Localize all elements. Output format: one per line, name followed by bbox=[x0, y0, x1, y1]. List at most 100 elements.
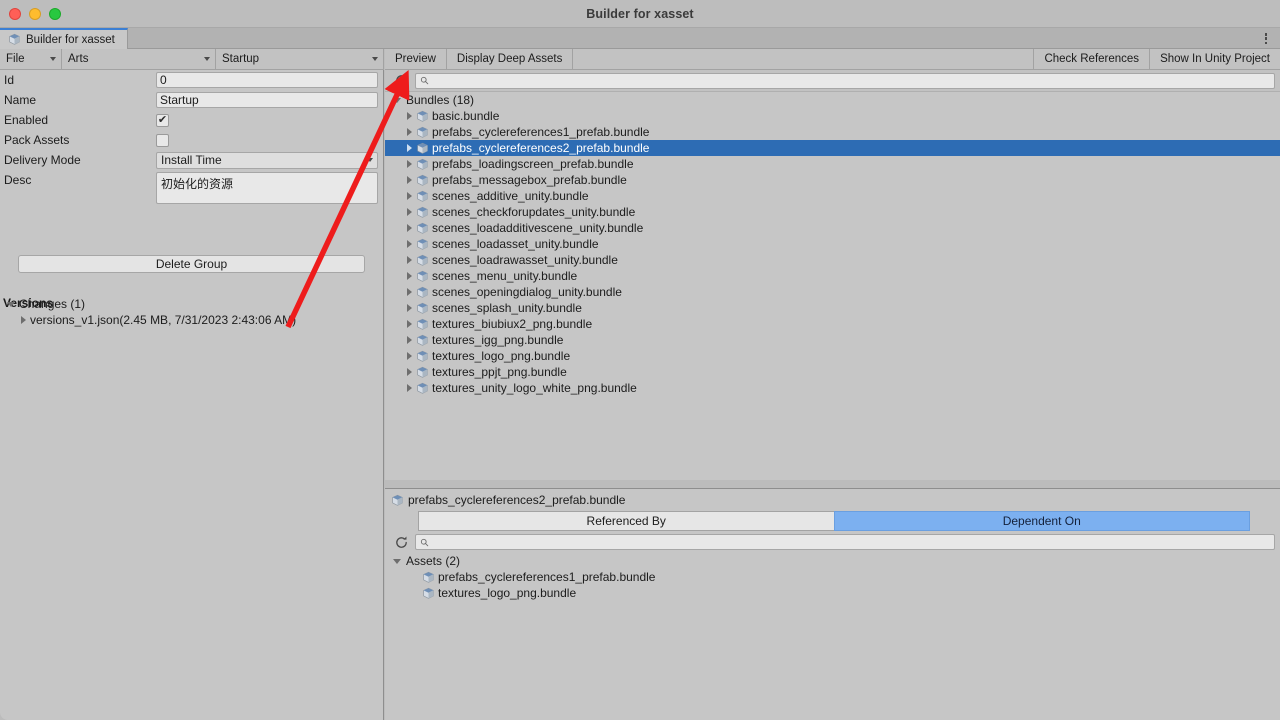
triangle-right-icon[interactable] bbox=[407, 160, 412, 168]
bundle-name-label: prefabs_cyclereferences2_prefab.bundle bbox=[432, 141, 650, 155]
builder-for-xasset-window: Builder for xasset Builder for xasset Fi… bbox=[0, 0, 1280, 720]
id-input[interactable]: 0 bbox=[156, 72, 378, 88]
check-references-button[interactable]: Check References bbox=[1034, 49, 1151, 69]
refresh-icon[interactable] bbox=[391, 533, 411, 551]
triangle-right-icon[interactable] bbox=[407, 240, 412, 248]
bundle-name-label: scenes_menu_unity.bundle bbox=[432, 269, 578, 283]
triangle-right-icon[interactable] bbox=[407, 352, 412, 360]
table-row[interactable]: prefabs_messagebox_prefab.bundle bbox=[385, 172, 1280, 188]
triangle-right-icon[interactable] bbox=[407, 192, 412, 200]
triangle-right-icon[interactable] bbox=[407, 224, 412, 232]
asset-name-label: prefabs_cyclereferences1_prefab.bundle bbox=[438, 570, 656, 584]
delete-group-button[interactable]: Delete Group bbox=[18, 255, 365, 273]
field-row-name: Name Startup bbox=[0, 90, 384, 110]
group-dropdown[interactable]: Arts bbox=[62, 49, 216, 69]
triangle-right-icon[interactable] bbox=[407, 176, 412, 184]
table-row[interactable]: textures_biubiux2_png.bundle bbox=[385, 316, 1280, 332]
bundle-cube-icon bbox=[417, 174, 428, 186]
table-row[interactable]: prefabs_cyclereferences2_prefab.bundle bbox=[385, 140, 1280, 156]
table-row[interactable]: scenes_loadrawasset_unity.bundle bbox=[385, 252, 1280, 268]
table-row[interactable]: textures_unity_logo_white_png.bundle bbox=[385, 380, 1280, 396]
triangle-down-icon[interactable] bbox=[393, 97, 401, 103]
bundle-cube-icon bbox=[423, 587, 434, 599]
segment-referenced-by[interactable]: Referenced By bbox=[418, 511, 834, 531]
bundle-name-label: prefabs_messagebox_prefab.bundle bbox=[432, 173, 627, 187]
field-row-id: Id 0 bbox=[0, 70, 384, 90]
more-options-icon[interactable] bbox=[1260, 32, 1272, 45]
table-row[interactable]: scenes_openingdialog_unity.bundle bbox=[385, 284, 1280, 300]
assets-search-field[interactable] bbox=[415, 534, 1275, 550]
list-item[interactable]: prefabs_cyclereferences1_prefab.bundle bbox=[385, 569, 1280, 585]
bundle-name-label: textures_igg_png.bundle bbox=[432, 333, 564, 347]
bundles-search-field[interactable] bbox=[415, 72, 1275, 89]
table-row[interactable]: textures_logo_png.bundle bbox=[385, 348, 1280, 364]
window-title: Builder for xasset bbox=[586, 6, 694, 21]
file-menu-label: File bbox=[6, 53, 25, 65]
bundle-cube-icon bbox=[417, 110, 428, 122]
triangle-right-icon[interactable] bbox=[21, 316, 26, 324]
tab-preview[interactable]: Preview bbox=[385, 49, 447, 69]
table-row[interactable]: basic.bundle bbox=[385, 108, 1280, 124]
name-input[interactable]: Startup bbox=[156, 92, 378, 108]
triangle-right-icon[interactable] bbox=[407, 128, 412, 136]
bundles-root-row[interactable]: Bundles (18) bbox=[385, 92, 1280, 108]
table-row[interactable]: scenes_additive_unity.bundle bbox=[385, 188, 1280, 204]
bundles-search-input[interactable] bbox=[433, 74, 1270, 87]
entry-dropdown[interactable]: Startup bbox=[216, 49, 384, 69]
tab-display-deep-assets[interactable]: Display Deep Assets bbox=[446, 49, 574, 69]
show-in-unity-project-button[interactable]: Show In Unity Project bbox=[1150, 49, 1280, 69]
segment-dependent-on[interactable]: Dependent On bbox=[833, 511, 1250, 531]
tab-builder-for-xasset[interactable]: Builder for xasset bbox=[0, 28, 128, 49]
inspector-form: Id 0 Name Startup Enabled ✔ Pack Assets … bbox=[0, 70, 384, 206]
field-row-delivery-mode: Delivery Mode Install Time bbox=[0, 150, 384, 170]
triangle-right-icon[interactable] bbox=[407, 336, 412, 344]
triangle-down-icon[interactable] bbox=[7, 301, 15, 307]
versions-changes-node[interactable]: Changes (1) bbox=[7, 297, 85, 311]
table-row[interactable]: textures_ppjt_png.bundle bbox=[385, 364, 1280, 380]
assets-root-row[interactable]: Assets (2) bbox=[385, 553, 1280, 569]
table-row[interactable]: prefabs_loadingscreen_prefab.bundle bbox=[385, 156, 1280, 172]
editor-tabstrip: Builder for xasset bbox=[0, 28, 1280, 49]
panel-splitter[interactable] bbox=[385, 480, 1280, 489]
bundle-cube-icon bbox=[392, 494, 403, 506]
triangle-right-icon[interactable] bbox=[407, 208, 412, 216]
enabled-checkbox[interactable]: ✔ bbox=[156, 113, 169, 127]
versions-file-node[interactable]: versions_v1.json(2.45 MB, 7/31/2023 2:43… bbox=[21, 313, 296, 327]
triangle-right-icon[interactable] bbox=[407, 272, 412, 280]
table-row[interactable]: scenes_loadadditivescene_unity.bundle bbox=[385, 220, 1280, 236]
table-row[interactable]: scenes_menu_unity.bundle bbox=[385, 268, 1280, 284]
table-row[interactable]: scenes_splash_unity.bundle bbox=[385, 300, 1280, 316]
chevron-down-icon bbox=[50, 57, 56, 61]
bundle-cube-icon bbox=[417, 206, 428, 218]
triangle-right-icon[interactable] bbox=[407, 288, 412, 296]
bundle-name-label: basic.bundle bbox=[432, 109, 500, 123]
toolbar-spacer bbox=[573, 49, 1035, 69]
right-toolbar: Preview Display Deep Assets Check Refere… bbox=[385, 49, 1280, 70]
bundles-tree[interactable]: Bundles (18) basic.bundle prefabs_cycleref… bbox=[385, 92, 1280, 480]
triangle-right-icon[interactable] bbox=[407, 144, 412, 152]
table-row[interactable]: textures_igg_png.bundle bbox=[385, 332, 1280, 348]
triangle-down-icon[interactable] bbox=[393, 558, 401, 564]
list-item[interactable]: textures_logo_png.bundle bbox=[385, 585, 1280, 601]
table-row[interactable]: scenes_loadasset_unity.bundle bbox=[385, 236, 1280, 252]
bundle-cube-icon bbox=[417, 286, 428, 298]
search-icon bbox=[420, 76, 429, 85]
assets-tree[interactable]: Assets (2) prefabs_cyclereferences1_prefa… bbox=[385, 553, 1280, 601]
file-menu[interactable]: File bbox=[0, 49, 62, 69]
bundle-cube-icon bbox=[417, 126, 428, 138]
desc-textarea[interactable]: 初始化的资源 bbox=[156, 172, 378, 204]
triangle-right-icon[interactable] bbox=[407, 368, 412, 376]
bundle-cube-icon bbox=[417, 270, 428, 282]
table-row[interactable]: prefabs_cyclereferences1_prefab.bundle bbox=[385, 124, 1280, 140]
refresh-icon[interactable] bbox=[391, 72, 411, 90]
triangle-right-icon[interactable] bbox=[407, 384, 412, 392]
table-row[interactable]: scenes_checkforupdates_unity.bundle bbox=[385, 204, 1280, 220]
triangle-right-icon[interactable] bbox=[407, 304, 412, 312]
triangle-right-icon[interactable] bbox=[407, 112, 412, 120]
triangle-right-icon[interactable] bbox=[407, 256, 412, 264]
delivery-mode-select[interactable]: Install Time bbox=[156, 151, 378, 169]
triangle-right-icon[interactable] bbox=[407, 320, 412, 328]
assets-search-input[interactable] bbox=[433, 536, 1270, 548]
bundle-cube-icon bbox=[417, 334, 428, 346]
pack-assets-checkbox[interactable] bbox=[156, 133, 169, 147]
